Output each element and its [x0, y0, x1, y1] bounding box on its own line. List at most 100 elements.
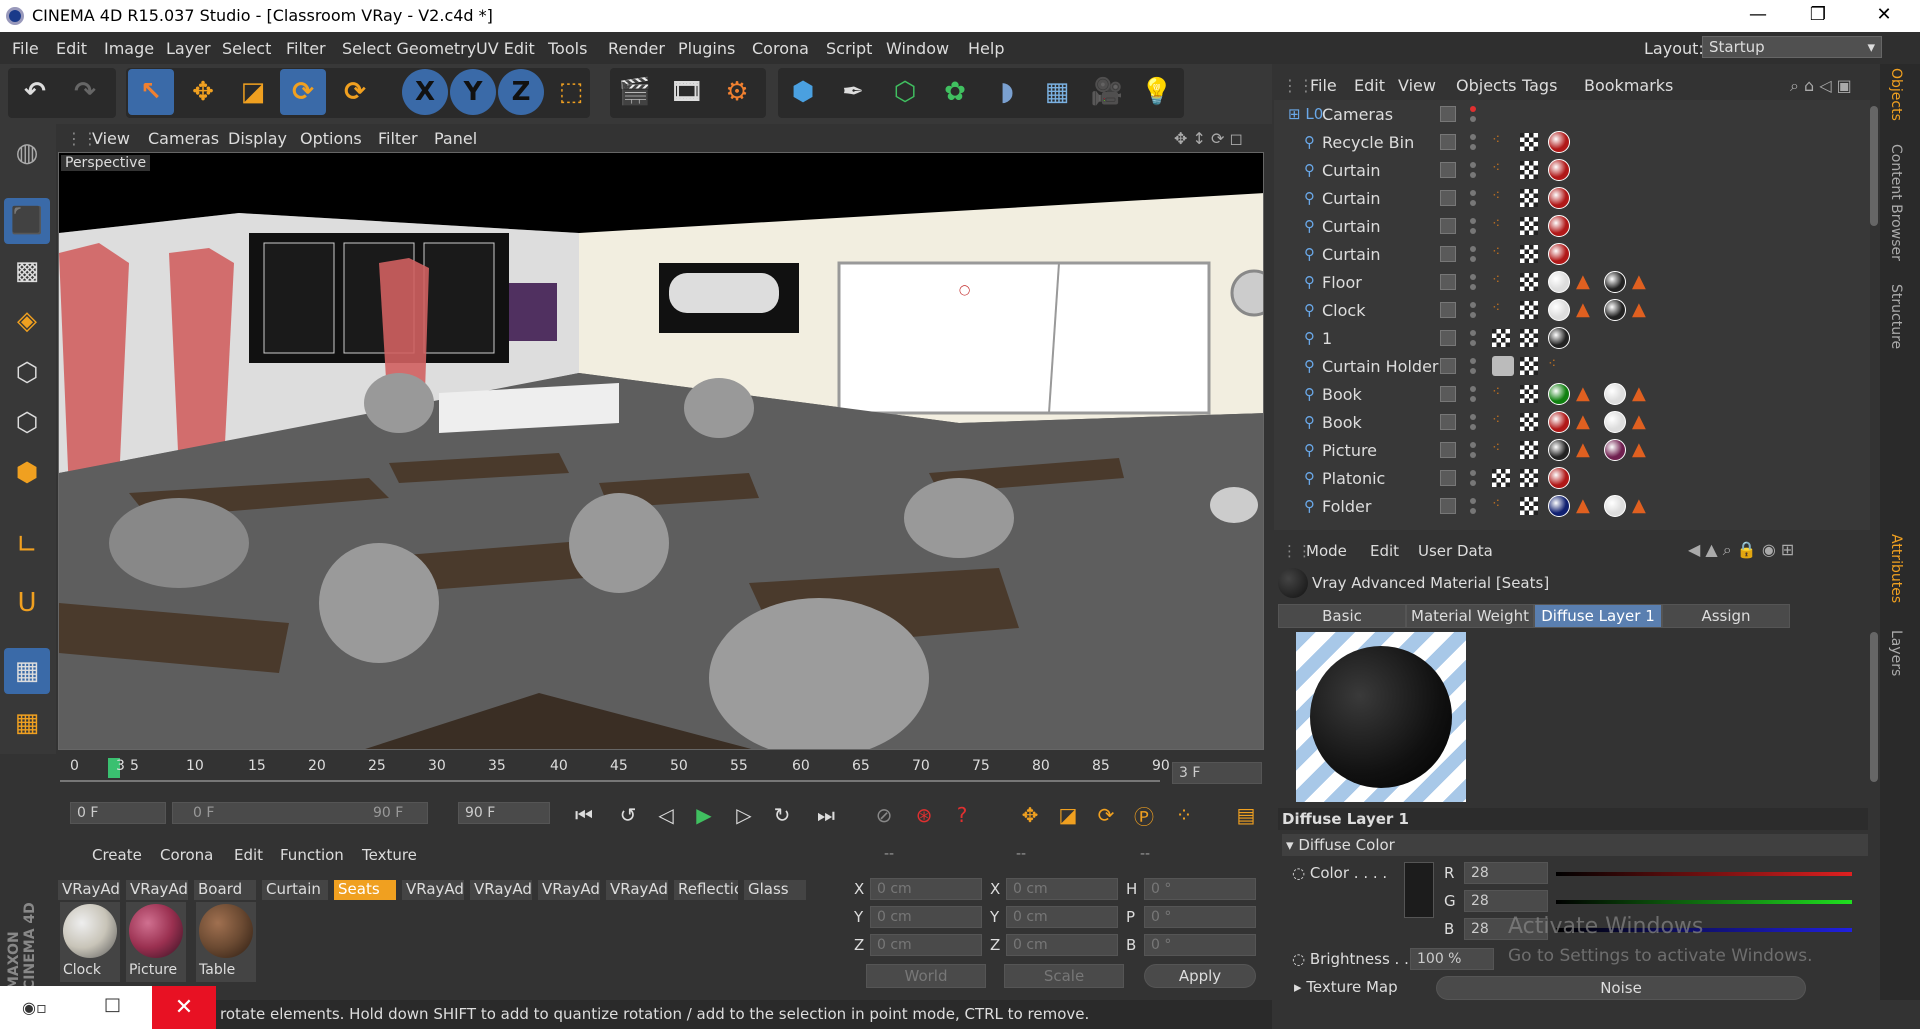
end-frame-field[interactable]: 90 F: [458, 802, 550, 824]
material-tag-icon[interactable]: [1548, 215, 1570, 237]
render-visibility-dot[interactable]: [1470, 480, 1476, 486]
brightness-field[interactable]: 100 %: [1410, 948, 1494, 970]
texture-mode-icon[interactable]: ▩: [4, 248, 50, 294]
record-icon[interactable]: ⊘: [868, 799, 900, 831]
phong-tag-icon[interactable]: ⁖: [1492, 384, 1500, 400]
warning-tag-icon[interactable]: ▲: [1632, 411, 1646, 432]
render-picture-viewer-icon[interactable]: 🎞: [664, 69, 710, 115]
texture-tag-icon[interactable]: [1520, 161, 1538, 179]
light-icon[interactable]: 💡: [1134, 69, 1180, 115]
viewport-nav-icon[interactable]: ✥ ↕ ⟳ ◻: [1174, 129, 1243, 148]
texture-tag-icon[interactable]: [1520, 245, 1538, 263]
material-tag-icon[interactable]: [1604, 495, 1626, 517]
editor-visibility-dot[interactable]: [1470, 218, 1476, 224]
editor-visibility-dot[interactable]: [1470, 274, 1476, 280]
keyframe-selection-icon[interactable]: ?: [946, 799, 978, 831]
mat-tab-active[interactable]: Seats: [334, 880, 396, 900]
material-swatch-table[interactable]: Table: [196, 902, 256, 982]
phong-tag-icon[interactable]: ⁖: [1492, 440, 1500, 456]
menu-image[interactable]: Image: [104, 39, 154, 58]
attr-menu-user-data[interactable]: User Data: [1418, 542, 1493, 560]
menu-help[interactable]: Help: [968, 39, 1004, 58]
editor-visibility-dot[interactable]: [1470, 386, 1476, 392]
render-visibility-dot[interactable]: [1470, 256, 1476, 262]
menu-file[interactable]: File: [12, 39, 39, 58]
phong-tag-icon[interactable]: ⁖: [1492, 496, 1500, 512]
texture-tag-icon[interactable]: [1520, 217, 1538, 235]
side-tab-structure[interactable]: Structure: [1888, 284, 1904, 349]
object-list-scrollbar[interactable]: [1870, 106, 1878, 226]
texture-tag-icon[interactable]: [1492, 469, 1510, 487]
object-row[interactable]: ⚲ Curtain ⁖: [1274, 184, 1880, 212]
render-visibility-dot[interactable]: [1470, 172, 1476, 178]
material-swatch-picture[interactable]: Picture: [126, 902, 186, 982]
obj-menu-objects[interactable]: Objects: [1456, 76, 1516, 95]
warning-tag-icon[interactable]: ▲: [1576, 299, 1590, 320]
mat-menu-create[interactable]: Create: [92, 846, 142, 864]
object-row[interactable]: ⚲ Folder ⁖ ▲ ▲: [1274, 492, 1880, 520]
restore-icon[interactable]: □: [104, 994, 134, 1020]
material-tag-icon[interactable]: [1604, 271, 1626, 293]
edges-mode-icon[interactable]: ⬡: [4, 400, 50, 446]
object-row[interactable]: ⚲ Book ⁖ ▲ ▲: [1274, 408, 1880, 436]
r-slider[interactable]: [1556, 872, 1852, 876]
attr-nav-icons[interactable]: ◀ ▲ ⌕ 🔒 ◉ ⊞: [1688, 540, 1794, 560]
editor-visibility-dot[interactable]: [1470, 162, 1476, 168]
editor-visibility-dot[interactable]: [1470, 134, 1476, 140]
menu-corona[interactable]: Corona: [752, 39, 809, 58]
material-tag-icon[interactable]: [1548, 495, 1570, 517]
z-axis-icon[interactable]: Z: [498, 69, 544, 115]
snap-lock-icon[interactable]: ▦: [4, 648, 50, 694]
move-icon[interactable]: ✥: [180, 69, 226, 115]
side-tab-content-browser[interactable]: Content Browser: [1888, 144, 1904, 261]
visibility-toggle[interactable]: [1440, 274, 1456, 290]
texture-tag-icon[interactable]: [1520, 413, 1538, 431]
next-frame-icon[interactable]: ▷: [728, 799, 760, 831]
menu-select-geometry[interactable]: Select Geometry: [342, 39, 476, 58]
render-visibility-dot[interactable]: [1470, 284, 1476, 290]
attr-menu-edit[interactable]: Edit: [1370, 542, 1399, 560]
play-icon[interactable]: ▶: [688, 799, 720, 831]
magnet-icon[interactable]: U: [4, 580, 50, 626]
render-settings-icon[interactable]: ⚙: [714, 69, 760, 115]
warning-tag-icon[interactable]: ▲: [1576, 383, 1590, 404]
deformer-icon[interactable]: ◗: [984, 69, 1030, 115]
size-x-field[interactable]: 0 cm: [1006, 878, 1118, 900]
preview-tag-icon[interactable]: [1492, 356, 1514, 376]
mat-menu-corona[interactable]: Corona: [160, 846, 213, 864]
close-icon[interactable]: ✕: [152, 986, 216, 1029]
render-visibility-dot[interactable]: [1470, 116, 1476, 122]
polygons-mode-icon[interactable]: ⬢: [4, 450, 50, 496]
material-tag-icon[interactable]: [1604, 383, 1626, 405]
color-swatch[interactable]: [1404, 862, 1434, 918]
texture-tag-icon[interactable]: [1520, 441, 1538, 459]
previous-key-icon[interactable]: ↺: [612, 799, 644, 831]
object-row[interactable]: ⚲ Book ⁖ ▲ ▲: [1274, 380, 1880, 408]
material-tag-icon[interactable]: [1604, 299, 1626, 321]
editor-visibility-dot[interactable]: [1470, 498, 1476, 504]
object-row[interactable]: ⚲ 1: [1274, 324, 1880, 352]
go-to-end-icon[interactable]: ⏭: [810, 799, 842, 831]
redo-icon[interactable]: ↷: [62, 69, 108, 115]
visibility-toggle[interactable]: [1440, 442, 1456, 458]
coordinate-system-icon[interactable]: ⬚: [548, 69, 594, 115]
viewport-menu-display[interactable]: Display: [228, 129, 287, 148]
make-editable-icon[interactable]: ◍: [4, 130, 50, 176]
cube-icon[interactable]: ⬢: [780, 69, 826, 115]
texture-tag-icon[interactable]: [1520, 189, 1538, 207]
phong-tag-icon[interactable]: ⁖: [1492, 300, 1500, 316]
texture-map-button[interactable]: Noise: [1436, 976, 1806, 1000]
tab-assign[interactable]: Assign: [1662, 604, 1790, 628]
visibility-toggle[interactable]: [1440, 302, 1456, 318]
menu-render[interactable]: Render: [608, 39, 665, 58]
render-visibility-dot[interactable]: [1470, 340, 1476, 346]
object-row[interactable]: ⚲ Floor ⁖ ▲ ▲: [1274, 268, 1880, 296]
material-tag-icon[interactable]: [1604, 439, 1626, 461]
maximize-button[interactable]: ❐: [1792, 0, 1844, 32]
material-tag-icon[interactable]: [1548, 243, 1570, 265]
material-tag-icon[interactable]: [1548, 271, 1570, 293]
workplane-mode-icon[interactable]: ◈: [4, 298, 50, 344]
side-tab-layers[interactable]: Layers: [1888, 630, 1904, 676]
go-to-start-icon[interactable]: ⏮: [568, 799, 600, 831]
material-tag-icon[interactable]: [1548, 131, 1570, 153]
